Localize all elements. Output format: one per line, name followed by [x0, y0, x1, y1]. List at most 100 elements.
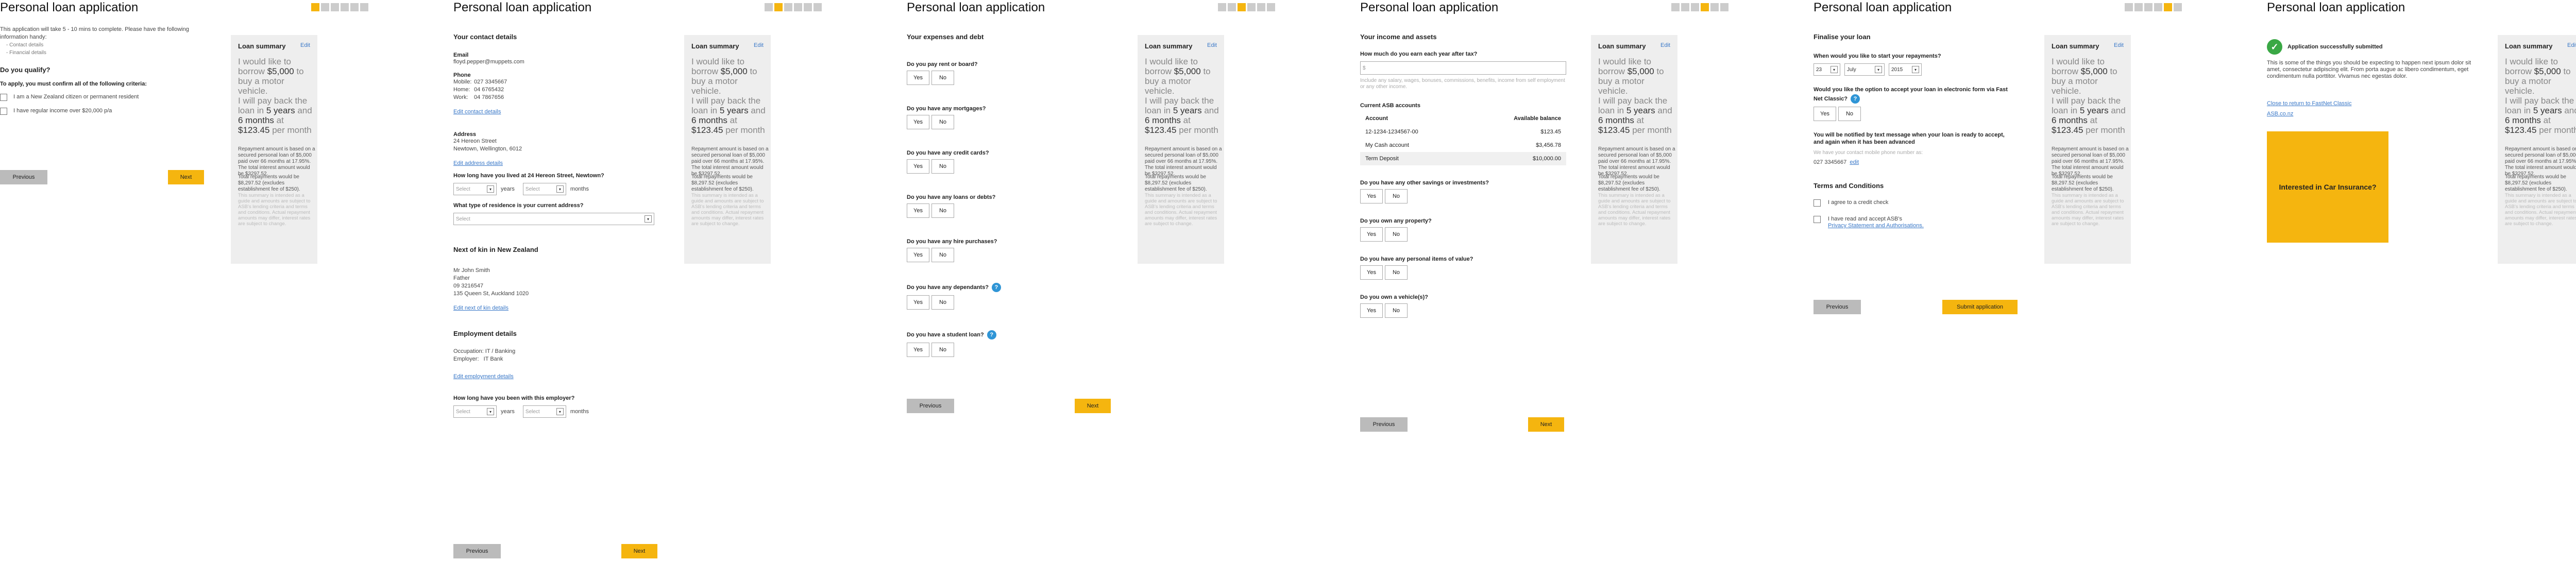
return-fastnet-link[interactable]: Close to return to FastNet Classic: [2267, 100, 2494, 107]
payback-statement: I will pay back the loan in 5 years and …: [1145, 96, 1219, 135]
no-button[interactable]: No: [1838, 107, 1861, 122]
help-icon[interactable]: ?: [1851, 94, 1860, 104]
borrow-statement: I would like to borrow $5,000 to buy a m…: [2052, 57, 2117, 96]
kin-line: Father: [453, 275, 470, 281]
progress-step: [1238, 3, 1246, 11]
edit-kin-link[interactable]: Edit next of kin details: [453, 305, 680, 311]
yes-button[interactable]: Yes: [907, 159, 929, 174]
yes-button[interactable]: Yes: [907, 343, 929, 357]
lived-months-select[interactable]: Select ▾: [522, 183, 566, 195]
car-insurance-promo[interactable]: Interested in Car Insurance?: [2267, 131, 2388, 243]
no-button[interactable]: No: [931, 343, 954, 357]
yes-button[interactable]: Yes: [1360, 303, 1383, 318]
previous-button[interactable]: Previous: [0, 170, 47, 184]
payback-statement: I will pay back the loan in 5 years and …: [238, 96, 312, 135]
help-icon[interactable]: ?: [991, 283, 1001, 292]
next-button[interactable]: Next: [168, 170, 204, 184]
citizen-checkbox[interactable]: [0, 93, 7, 101]
next-button[interactable]: Next: [1528, 417, 1564, 432]
terms-label: I have read and accept ASB's Privacy Stat…: [1828, 216, 1924, 229]
edit-summary-link[interactable]: Edit: [300, 42, 310, 48]
year-select[interactable]: 2015 ▾: [1889, 63, 1922, 76]
credit-check-checkbox[interactable]: [1814, 199, 1821, 207]
yes-button[interactable]: Yes: [1814, 107, 1836, 122]
progress-step: [794, 3, 802, 11]
total-note: Total repayments would be $8,297.52 (exc…: [1145, 174, 1207, 192]
notify-text: You will be notified by text message whe…: [1814, 132, 2005, 146]
yes-button[interactable]: Yes: [907, 71, 929, 85]
yes-button[interactable]: Yes: [907, 248, 929, 262]
income-input[interactable]: $: [1360, 61, 1566, 75]
progress-step: [1247, 3, 1256, 11]
chevron-down-icon: ▾: [1875, 66, 1882, 73]
edit-phone-link[interactable]: edit: [1850, 159, 1859, 165]
no-button[interactable]: No: [931, 71, 954, 85]
no-button[interactable]: No: [931, 295, 954, 310]
submit-button[interactable]: Submit application: [1942, 300, 2018, 314]
edit-employment-link[interactable]: Edit employment details: [453, 373, 680, 380]
loan-summary-panel: Loan summary Edit I would like to borrow…: [684, 35, 771, 264]
no-button[interactable]: No: [1385, 189, 1408, 203]
income-question: How much do you earn each year after tax…: [1360, 51, 1478, 57]
asb-link[interactable]: ASB.co.nz: [2267, 111, 2494, 117]
progress-step: [1701, 3, 1709, 11]
edit-contact-link[interactable]: Edit contact details: [453, 109, 680, 115]
next-button[interactable]: Next: [621, 544, 657, 558]
no-button[interactable]: No: [931, 115, 954, 129]
edit-summary-link[interactable]: Edit: [1660, 42, 1670, 48]
edit-summary-link[interactable]: Edit: [1207, 42, 1217, 48]
employer-months-select[interactable]: Select ▾: [522, 405, 566, 418]
yes-button[interactable]: Yes: [907, 295, 929, 310]
day-select[interactable]: 23 ▾: [1814, 63, 1840, 76]
no-button[interactable]: No: [1385, 265, 1408, 280]
borrow-statement: I would like to borrow $5,000 to buy a m…: [1598, 57, 1664, 96]
question-block: Do you have any other savings or investm…: [1360, 180, 1587, 203]
yes-button[interactable]: Yes: [1360, 227, 1383, 242]
residence-select[interactable]: Select ▾: [453, 213, 654, 225]
no-button[interactable]: No: [931, 159, 954, 174]
progress-step: [341, 3, 349, 11]
question-block: Do you have any mortgages? Yes No: [907, 106, 1133, 129]
loan-summary-panel: Loan summary Edit I would like to borrow…: [1138, 35, 1224, 264]
credit-check-row: I agree to a credit check: [1814, 199, 2040, 207]
edit-summary-link[interactable]: Edit: [754, 42, 764, 48]
previous-button[interactable]: Previous: [1814, 300, 1861, 314]
chevron-down-icon: ▾: [1831, 66, 1838, 73]
chevron-down-icon: ▾: [487, 185, 494, 193]
progress-indicator: [1218, 3, 1275, 11]
previous-button[interactable]: Previous: [1360, 417, 1408, 432]
terms-checkbox[interactable]: [1814, 216, 1821, 224]
summary-disclaimer: This summary is intended as a guide and …: [2052, 193, 2124, 227]
yes-button[interactable]: Yes: [907, 115, 929, 129]
total-note: Total repayments would be $8,297.52 (exc…: [238, 174, 300, 192]
yes-button[interactable]: Yes: [1360, 189, 1383, 203]
no-button[interactable]: No: [931, 248, 954, 262]
question-block: Do you have any credit cards? Yes No: [907, 150, 1133, 174]
section-heading: Finalise your loan: [1814, 33, 1871, 41]
loan-summary-heading: Loan summary: [2505, 42, 2553, 50]
privacy-link[interactable]: Privacy Statement and Authorisations.: [1828, 223, 1924, 229]
next-button[interactable]: Next: [1075, 399, 1111, 413]
help-icon[interactable]: ?: [987, 330, 996, 339]
yes-button[interactable]: Yes: [907, 203, 929, 218]
employment-line: Employer: IT Bank: [453, 356, 503, 362]
edit-summary-link[interactable]: Edit: [2567, 42, 2576, 48]
month-select[interactable]: July ▾: [1844, 63, 1885, 76]
no-button[interactable]: No: [931, 203, 954, 218]
question-label: Do you own a vehicle(s)?: [1360, 294, 1429, 300]
previous-button[interactable]: Previous: [453, 544, 501, 558]
no-button[interactable]: No: [1385, 227, 1408, 242]
previous-button[interactable]: Previous: [907, 399, 954, 413]
terms-row: I have read and accept ASB's Privacy Stat…: [1814, 216, 2040, 229]
edit-address-link[interactable]: Edit address details: [453, 160, 680, 166]
income-checkbox[interactable]: [0, 107, 7, 115]
next-steps-text: This is some of the things you should be…: [2267, 60, 2471, 79]
check-icon: ✓: [2267, 39, 2282, 55]
chevron-down-icon: ▾: [1912, 66, 1919, 73]
yes-button[interactable]: Yes: [1360, 265, 1383, 280]
success-message: Application successfully submitted: [2287, 44, 2383, 50]
no-button[interactable]: No: [1385, 303, 1408, 318]
employer-years-select[interactable]: Select ▾: [453, 405, 497, 418]
lived-years-select[interactable]: Select ▾: [453, 183, 497, 195]
edit-summary-link[interactable]: Edit: [2114, 42, 2124, 48]
